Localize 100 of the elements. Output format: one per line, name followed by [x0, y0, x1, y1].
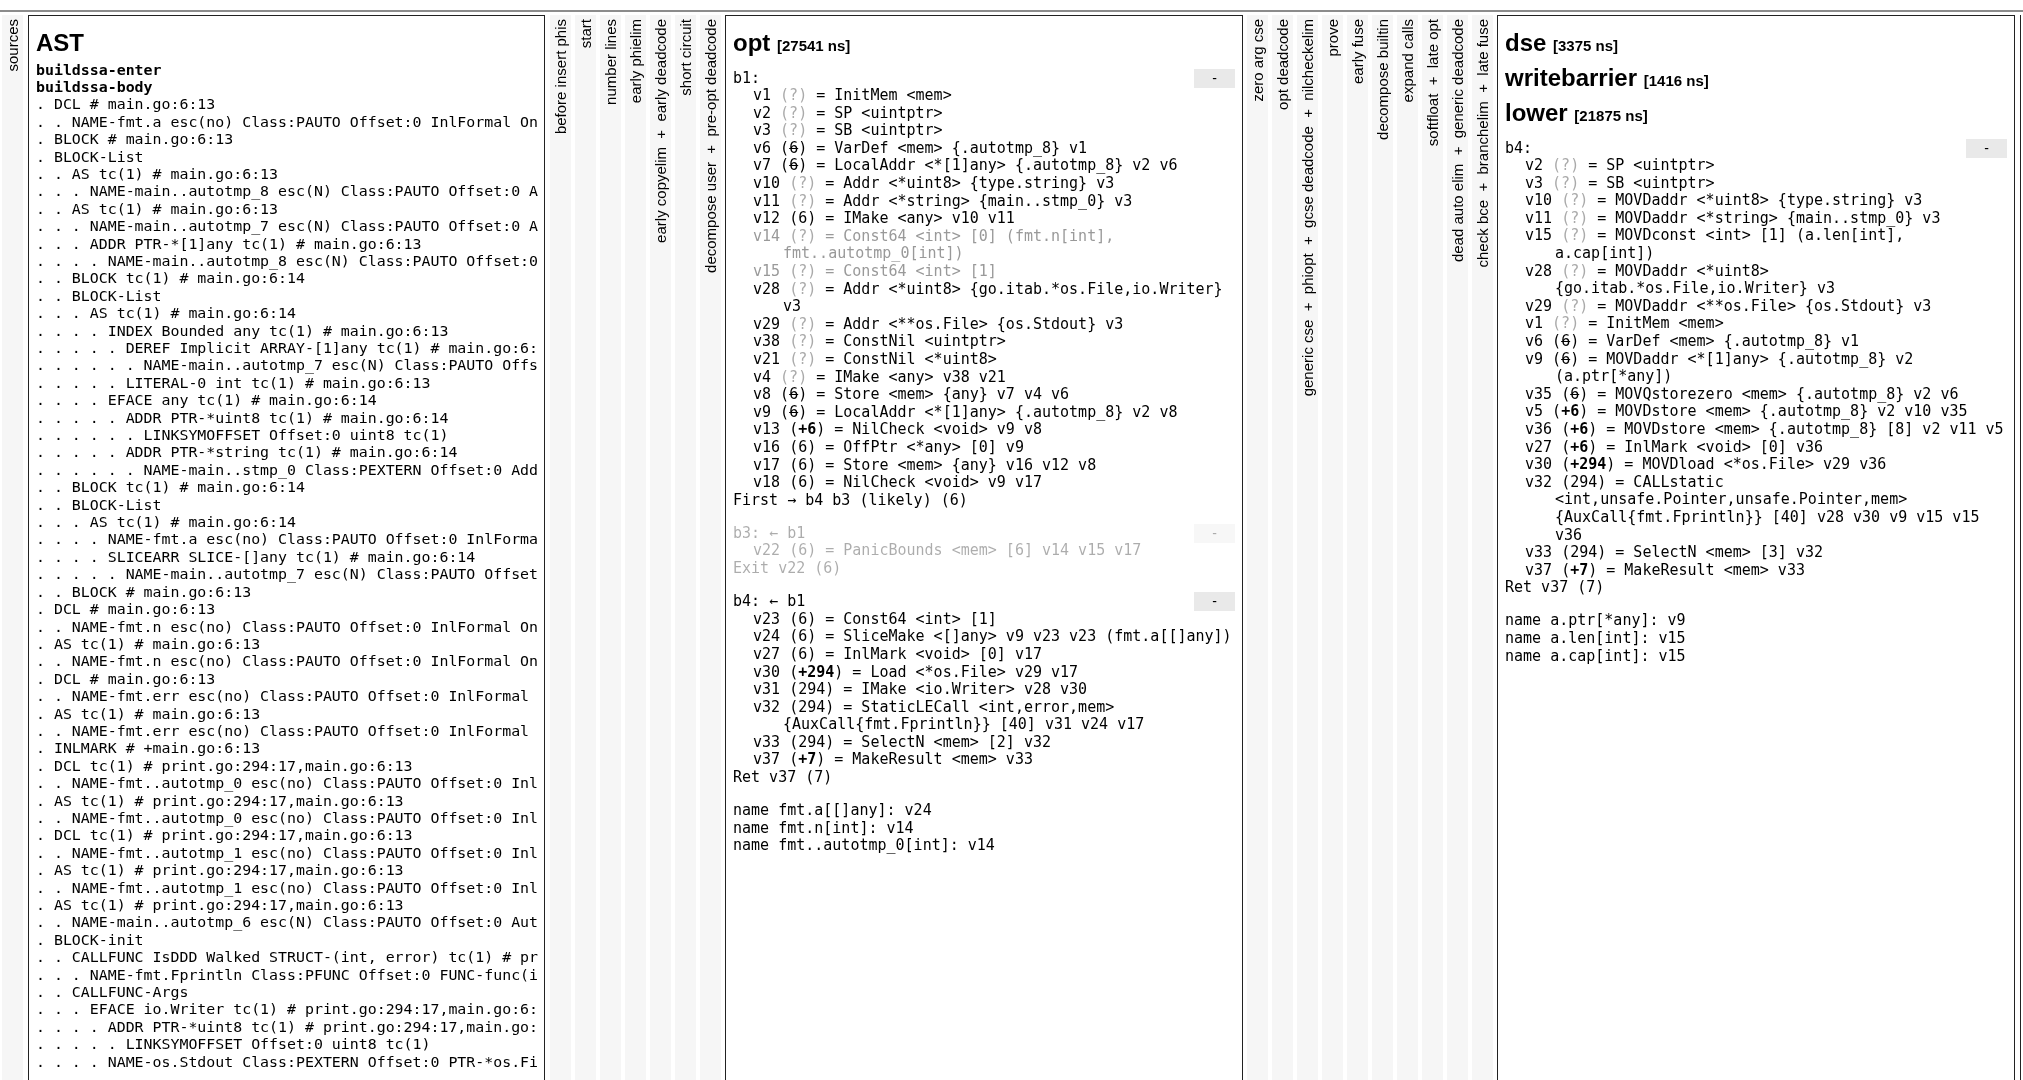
collapsed-pass-column[interactable]: check bce + branchelim + late fuse: [1472, 15, 1493, 1080]
ast-line: . . NAME-fmt.a esc(no) Class:PAUTO Offset:0 InlFormal On: [36, 113, 540, 132]
ssa-value-line: v5 (+6) = MOVDstore <mem> {.autotmp_8} v2 v10 v35: [1525, 403, 1969, 421]
collapsed-pass-column[interactable]: early phielim: [625, 15, 646, 1080]
ast-line: . . . NAME-main..autotmp_7 esc(N) Class:PAUTO Offset:0 A: [36, 218, 540, 236]
ast-line: . . NAME-fmt.err esc(no) Class:PAUTO Offset:0 InlFormal: [36, 722, 531, 741]
ast-line: . . . . . . NAME-main..autotmp_7 esc(N) Class:PAUTO Offs: [36, 357, 540, 375]
ast-line: . . . . . LITERAL-0 int tc(1) # main.go:6:13: [36, 374, 432, 393]
ssa-value-line: v33 (294) = SelectN <mem> [3] v32: [1525, 544, 1825, 562]
block-control-line: Exit v22 (6): [733, 560, 843, 578]
collapsed-pass-column[interactable]: sources: [2, 15, 23, 1080]
ast-line: . . . . EFACE any tc(1) # main.go:6:14: [36, 392, 378, 410]
ast-line: . . . . SLICEARR SLICE-[]any tc(1) # main.go:6:14: [36, 548, 477, 567]
ssa-value-line: v23 (6) = Const64 <int> [1]: [753, 610, 998, 629]
ast-line: . . . . NAME-main..autotmp_8 esc(N) Class:PAUTO Offset:0: [36, 252, 540, 271]
collapse-button[interactable]: -: [1966, 138, 2007, 158]
name-binding-line: name a.cap[int]: v15: [1505, 647, 1687, 666]
ast-line: . . CALLFUNC-Args: [36, 984, 190, 1002]
ssa-value-line: v10 (?) = MOVDaddr <*uint8> {type.string} v3: [1525, 192, 1924, 210]
collapsed-pass-column[interactable]: prove: [1322, 15, 1343, 1080]
ast-line: . . NAME-fmt.n esc(no) Class:PAUTO Offset:0 InlFormal On: [36, 618, 540, 636]
name-binding-line: name a.len[int]: v15: [1505, 630, 1687, 648]
ast-line: . AS tc(1) # print.go:294:17,main.go:6:13: [36, 897, 405, 915]
ssa-value-line: v38 (?) = ConstNil <uintptr>: [753, 333, 1006, 351]
ast-line: . . NAME-main..autotmp_6 esc(N) Class:PAUTO Offset:0 Aut: [36, 914, 540, 932]
ssa-value-line: v29 (?) = Addr <**os.File> {os.Stdout} v3: [753, 315, 1125, 334]
name-binding-line: name a.ptr[*any]: v9: [1505, 612, 1687, 631]
ssa-value-line: v3 (?) = SB <uintptr>: [1525, 174, 1716, 193]
ast-line: . . BLOCK tc(1) # main.go:6:14: [36, 270, 306, 288]
collapsed-pass-column[interactable]: start: [575, 15, 596, 1080]
ssa-value-line: v29 (?) = MOVDaddr <**os.File> {os.Stdout} v3: [1525, 297, 1933, 316]
ssa-value-line: v30 (+294) = MOVDload <*os.File> v29 v36: [1525, 456, 1888, 474]
collapse-button[interactable]: -: [1194, 592, 1235, 612]
ast-line: . . AS tc(1) # main.go:6:13: [36, 165, 280, 184]
collapsed-pass-column[interactable]: expand calls: [1397, 15, 1418, 1080]
ast-line: . . . AS tc(1) # main.go:6:14: [36, 514, 297, 532]
ast-line: . DCL tc(1) # print.go:294:17,main.go:6:13: [36, 827, 414, 845]
ssa-value-line: v2 (?) = SP <uintptr>: [1525, 157, 1716, 175]
ast-line: . . . . ADDR PTR-*uint8 tc(1) # print.go:294:17,main.go:: [36, 1018, 540, 1037]
ast-section-title: buildssa-enter: [36, 61, 163, 79]
ast-line: . DCL # main.go:6:13: [36, 670, 217, 689]
ssa-value-line: v18 (6) = NilCheck <void> v9 v17: [753, 474, 1043, 492]
collapsed-pass-column[interactable]: decompose builtin: [1372, 15, 1393, 1080]
ast-line: . . BLOCK # main.go:6:13: [36, 583, 252, 602]
ast-line: . . NAME-fmt..autotmp_0 esc(no) Class:PAUTO Offset:0 Inl: [36, 809, 540, 828]
ast-line: . BLOCK # main.go:6:13: [36, 131, 235, 149]
ssa-value-line: v6 (6) = VarDef <mem> {.autotmp_8} v1: [1525, 333, 1861, 351]
ast-line: . INLMARK # +main.go:6:13: [36, 740, 262, 758]
ast-line: . . BLOCK-List: [36, 496, 163, 515]
name-binding-line: name fmt.n[int]: v14: [733, 819, 915, 838]
ast-line: . . . . NAME-fmt.a esc(no) Class:PAUTO Offset:0 InlForma: [36, 531, 540, 549]
ast-line: . . . NAME-fmt.Fprintln Class:PFUNC Offset:0 FUNC-func(i: [36, 966, 540, 985]
block-label: b4:: [1505, 139, 1533, 158]
ast-line: . AS tc(1) # main.go:6:13: [36, 705, 262, 723]
ast-line: . . . . . ADDR PTR-*uint8 tc(1) # main.go:6:14: [36, 409, 450, 428]
pass-title: lower [21875 ns]: [1505, 97, 1649, 128]
ast-line: . . BLOCK tc(1) # main.go:6:14: [36, 479, 306, 497]
ssa-value-line: v35 (6) = MOVQstorezero <mem> {.autotmp_8} v2 v6: [1525, 385, 1960, 404]
collapsed-pass-column[interactable]: early fuse: [1347, 15, 1368, 1080]
collapsed-pass-column[interactable]: decompose user + pre-opt deadcode: [700, 15, 721, 1080]
collapsed-pass-column[interactable]: number lines: [600, 15, 621, 1080]
collapsed-pass-column[interactable]: generic cse + phiopt + gcse deadcode + nilcheckelim: [1297, 15, 1318, 1080]
block-label: b4: ← b1: [733, 593, 806, 611]
collapsed-pass-column[interactable]: early copyelim + early deadcode: [650, 15, 671, 1080]
collapsed-pass-column[interactable]: opt deadcode: [1272, 15, 1293, 1080]
ssa-value-line: v27 (+6) = InlMark <void> [0] v36: [1525, 438, 1824, 457]
ast-line: . . . . . ADDR PTR-*string tc(1) # main.go:6:14: [36, 444, 459, 462]
block-label: b1:: [733, 69, 761, 88]
ssa-value-line: v11 (?) = MOVDaddr <*string> {main..stmp_0} v3: [1525, 209, 1942, 228]
ast-section-title: buildssa-body: [36, 78, 154, 97]
ast-line: . . NAME-fmt.n esc(no) Class:PAUTO Offset:0 InlFormal On: [36, 653, 540, 671]
ssa-value-line: v17 (6) = Store <mem> {any} v16 v12 v8: [753, 456, 1098, 475]
pass-title: opt [27541 ns]: [733, 27, 852, 58]
ast-line: . . BLOCK-List: [36, 287, 163, 306]
collapsed-pass-column[interactable]: softfloat + late opt: [1422, 15, 1443, 1080]
name-binding-line: name fmt..autotmp_0[int]: v14: [733, 837, 996, 855]
collapsed-pass-column[interactable]: dead auto elim + generic deadcode: [1447, 15, 1468, 1080]
collapsed-pass-column[interactable]: before insert phis: [550, 15, 571, 1080]
ssa-value-line: v24 (6) = SliceMake <[]any> v9 v23 v23 (fmt.a[[]any]): [753, 628, 1233, 646]
ssa-value-line: v21 (?) = ConstNil <*uint8>: [753, 351, 998, 369]
ssa-value-line: v3 (?) = SB <uintptr>: [753, 122, 944, 140]
ssa-value-line: v33 (294) = SelectN <mem> [2] v32: [753, 733, 1053, 752]
ast-line: . . . . INDEX Bounded any tc(1) # main.go:6:13: [36, 322, 450, 340]
ssa-value-line: v31 (294) = IMake <io.Writer> v28 v30: [753, 681, 1089, 699]
ssa-value-line: v1 (?) = InitMem <mem>: [1525, 315, 1725, 334]
collapse-button[interactable]: -: [1194, 68, 1235, 88]
ast-line: . . . NAME-main..autotmp_8 esc(N) Class:PAUTO Offset:0 A: [36, 183, 540, 201]
ssa-value-line: v15 (?) = Const64 <int> [1]: [753, 263, 998, 281]
pass-title: writebarrier [1416 ns]: [1505, 62, 1710, 93]
ast-line: . . CALLFUNC IsDDD Walked STRUCT-(int, error) tc(1) # pr: [36, 949, 540, 967]
ast-line: . . . . NAME-os.Stdout Class:PEXTERN Offset:0 PTR-*os.Fi: [36, 1053, 540, 1072]
ssa-value-line: v8 (6) = Store <mem> {any} v7 v4 v6: [753, 386, 1071, 404]
collapsed-pass-column[interactable]: zero arg cse: [1247, 15, 1268, 1080]
ssa-value-line: v15 (?) = MOVDconst <int> [1] (a.len[int], a.cap[int]): [1525, 227, 1905, 263]
ssa-value-line: v4 (?) = IMake <any> v38 v21: [753, 368, 1007, 387]
ssa-value-line: v7 (6) = LocalAddr <*[1]any> {.autotmp_8} v2 v6: [753, 157, 1179, 176]
block-control-line: Ret v37 (7): [733, 769, 834, 787]
block-control-line: Ret v37 (7): [1505, 579, 1606, 597]
collapsed-pass-column[interactable]: short circuit: [675, 15, 696, 1080]
panel-title: AST: [36, 27, 85, 58]
